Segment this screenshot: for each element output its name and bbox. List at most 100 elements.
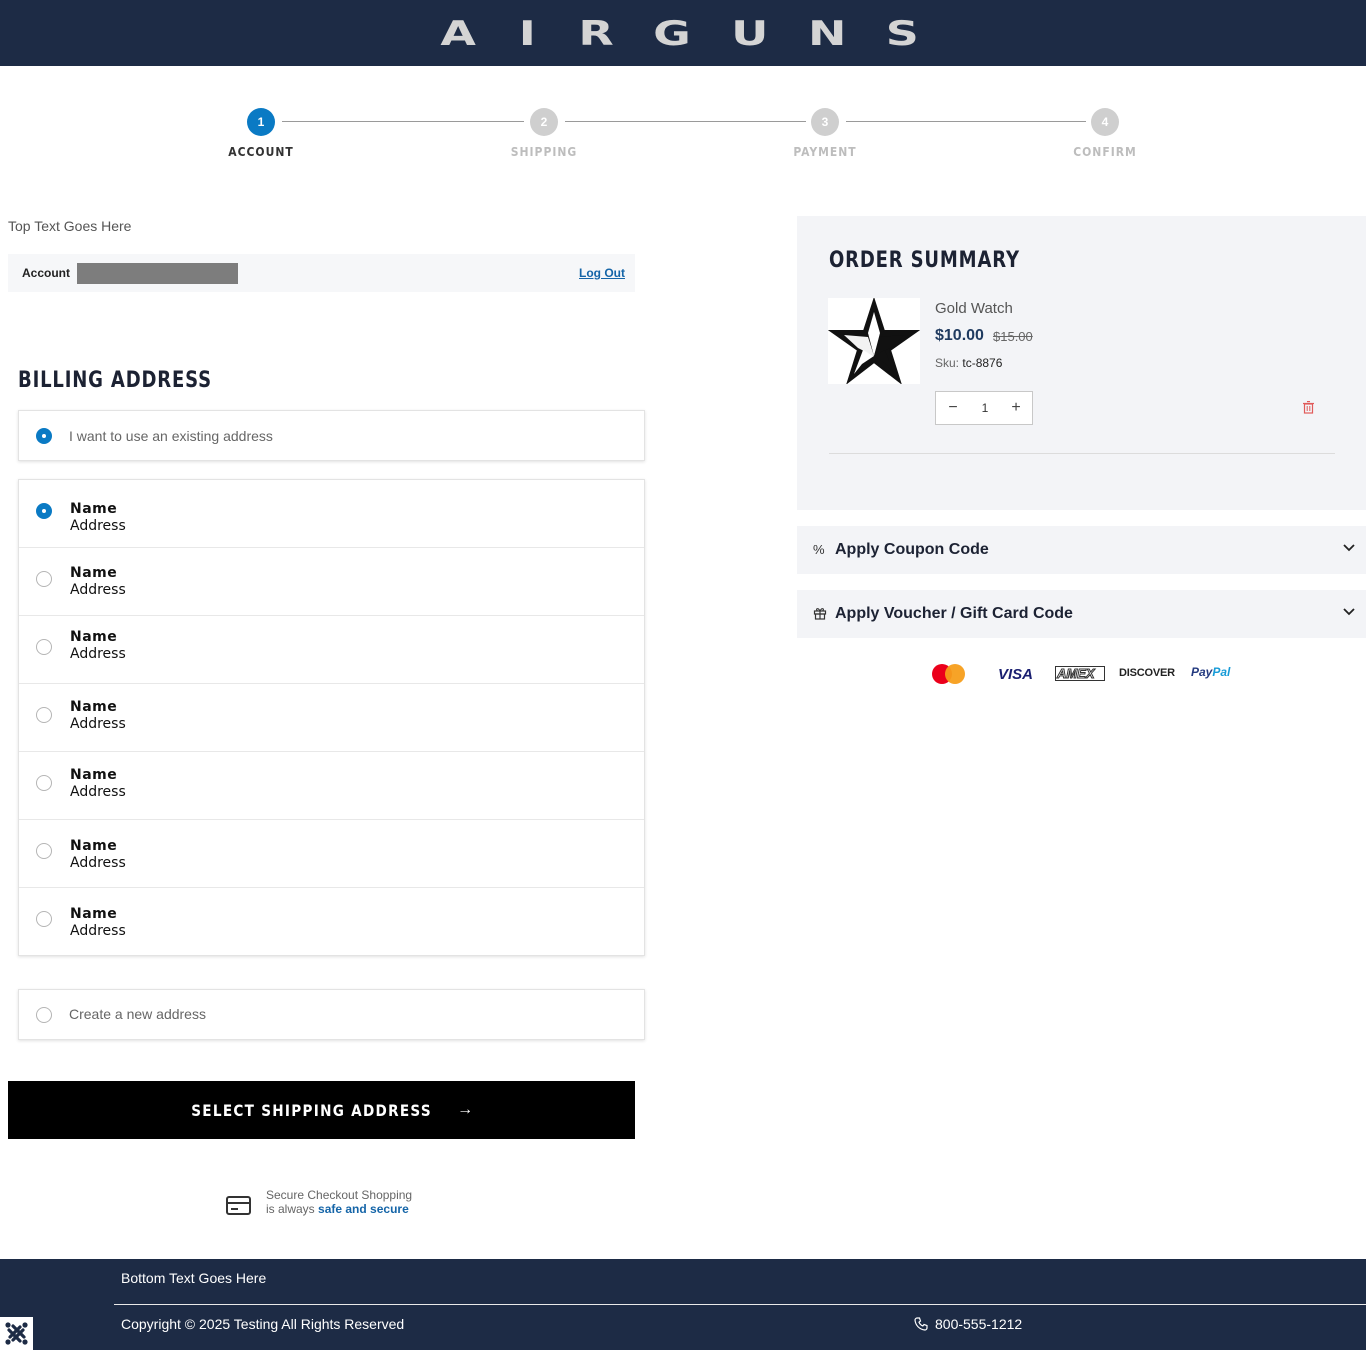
paypal-icon: PayPal — [1191, 665, 1230, 679]
joomla-logo-icon — [5, 1322, 28, 1345]
chevron-down-icon — [1343, 544, 1355, 552]
visa-icon: VISA — [998, 666, 1034, 683]
address-line: Address — [70, 518, 126, 534]
address-item[interactable]: Name Address — [19, 684, 644, 752]
credit-card-icon — [226, 1196, 251, 1215]
step-2-label: SHIPPING — [510, 145, 578, 159]
address-name: Name — [70, 699, 118, 715]
address-name: Name — [70, 565, 118, 581]
paypal-pay: Pay — [1191, 665, 1213, 679]
sku-value: tc-8876 — [962, 356, 1003, 370]
arrow-right-icon: → — [457, 1101, 474, 1118]
new-address-option[interactable]: Create a new address — [18, 989, 645, 1040]
product-name[interactable]: Gold Watch — [935, 300, 1013, 317]
address-radio[interactable] — [36, 775, 52, 791]
copyright-text: Copyright © 2025 Testing All Rights Rese… — [121, 1316, 405, 1332]
trash-icon[interactable] — [1303, 401, 1314, 414]
summary-divider — [829, 453, 1335, 454]
site-header: A I R G U N S — [0, 0, 1366, 66]
secure-line-2-prefix: is always — [266, 1202, 315, 1216]
product-old-price: $15.00 — [993, 329, 1033, 344]
gift-card-accordion[interactable]: Apply Voucher / Gift Card Code — [797, 590, 1366, 638]
address-item[interactable]: Name Address — [19, 616, 644, 684]
product-sku: Sku: tc-8876 — [935, 356, 1002, 370]
address-radio[interactable] — [36, 571, 52, 587]
gift-icon — [813, 608, 827, 620]
address-item[interactable]: Name Address — [19, 888, 644, 956]
address-name: Name — [70, 767, 118, 783]
step-3-dot: 3 — [811, 108, 839, 136]
address-radio[interactable] — [36, 503, 52, 519]
discover-icon: DISCOVER — [1119, 667, 1175, 679]
address-radio[interactable] — [36, 639, 52, 655]
quantity-value[interactable]: 1 — [976, 401, 994, 415]
footer-divider — [114, 1304, 1366, 1305]
logo-letter: G — [653, 14, 692, 54]
address-item[interactable]: Name Address — [19, 820, 644, 888]
logo-letter: U — [730, 14, 769, 54]
select-shipping-address-button[interactable]: SELECT SHIPPING ADDRESS → — [8, 1081, 635, 1139]
logo-letter: R — [578, 14, 614, 54]
site-footer: Bottom Text Goes Here Copyright © 2025 T… — [0, 1259, 1366, 1350]
joomla-icon[interactable] — [0, 1317, 33, 1350]
secure-line-1: Secure Checkout Shopping — [266, 1188, 413, 1202]
logout-link[interactable]: Log Out — [579, 266, 625, 280]
top-text: Top Text Goes Here — [8, 218, 132, 234]
step-1-dot: 1 — [247, 108, 275, 136]
plus-icon[interactable]: + — [1006, 398, 1026, 418]
amex-icon: AMEX — [1057, 666, 1096, 682]
step-connector — [565, 121, 806, 122]
star-icon — [827, 296, 921, 385]
coupon-code-label: Apply Coupon Code — [835, 541, 989, 558]
address-radio[interactable] — [36, 911, 52, 927]
address-line: Address — [70, 646, 126, 662]
existing-address-option[interactable]: I want to use an existing address — [18, 410, 645, 461]
address-item[interactable]: Name Address — [19, 548, 644, 616]
phone-number[interactable]: 800-555-1212 — [935, 1316, 1022, 1332]
minus-icon[interactable]: − — [943, 398, 963, 418]
step-2-dot: 2 — [530, 108, 558, 136]
address-radio[interactable] — [36, 843, 52, 859]
account-bar: Account Log Out — [8, 254, 635, 292]
billing-address-title: BILLING ADDRESS — [18, 368, 212, 393]
step-1-label: ACCOUNT — [228, 145, 294, 159]
address-item[interactable]: Name Address — [19, 752, 644, 820]
product-price: $10.00 — [935, 327, 984, 344]
paypal-pal: Pal — [1212, 665, 1231, 679]
logo-letter: A — [440, 14, 476, 54]
logo-letter: I — [518, 14, 536, 54]
address-line: Address — [70, 582, 126, 598]
logo-letter: S — [886, 14, 920, 54]
new-address-label: Create a new address — [69, 1006, 206, 1022]
account-label: Account — [22, 266, 70, 280]
step-connector — [282, 121, 524, 122]
product-image[interactable] — [827, 296, 921, 385]
step-connector — [846, 121, 1086, 122]
new-address-radio[interactable] — [36, 1007, 52, 1023]
logo-letter: N — [807, 14, 847, 54]
address-list: Name Address Name Address Name Address N… — [18, 479, 645, 956]
address-radio[interactable] — [36, 707, 52, 723]
existing-address-radio[interactable] — [36, 428, 52, 444]
address-line: Address — [70, 855, 126, 871]
address-line: Address — [70, 716, 126, 732]
address-name: Name — [70, 501, 118, 517]
address-line: Address — [70, 923, 126, 939]
account-email-redacted — [77, 263, 238, 284]
address-line: Address — [70, 784, 126, 800]
chevron-down-icon — [1343, 608, 1355, 616]
secure-line-2-strong: safe and secure — [318, 1202, 409, 1216]
site-logo[interactable]: A I R G U N S — [440, 14, 919, 54]
address-item[interactable]: Name Address — [19, 480, 644, 548]
footer-top-text: Bottom Text Goes Here — [121, 1270, 267, 1286]
percent-icon: % — [813, 542, 825, 557]
address-name: Name — [70, 838, 118, 854]
coupon-code-accordion[interactable]: % Apply Coupon Code — [797, 526, 1366, 574]
quantity-stepper: − 1 + — [935, 391, 1033, 425]
step-4-dot: 4 — [1091, 108, 1119, 136]
secure-line-2: is always safe and secure — [266, 1202, 409, 1216]
order-summary: ORDER SUMMARY Gold Watch $10.00 $15.00 S… — [797, 216, 1366, 510]
address-name: Name — [70, 629, 118, 645]
mastercard-icon — [932, 663, 966, 685]
existing-address-label: I want to use an existing address — [69, 428, 273, 444]
